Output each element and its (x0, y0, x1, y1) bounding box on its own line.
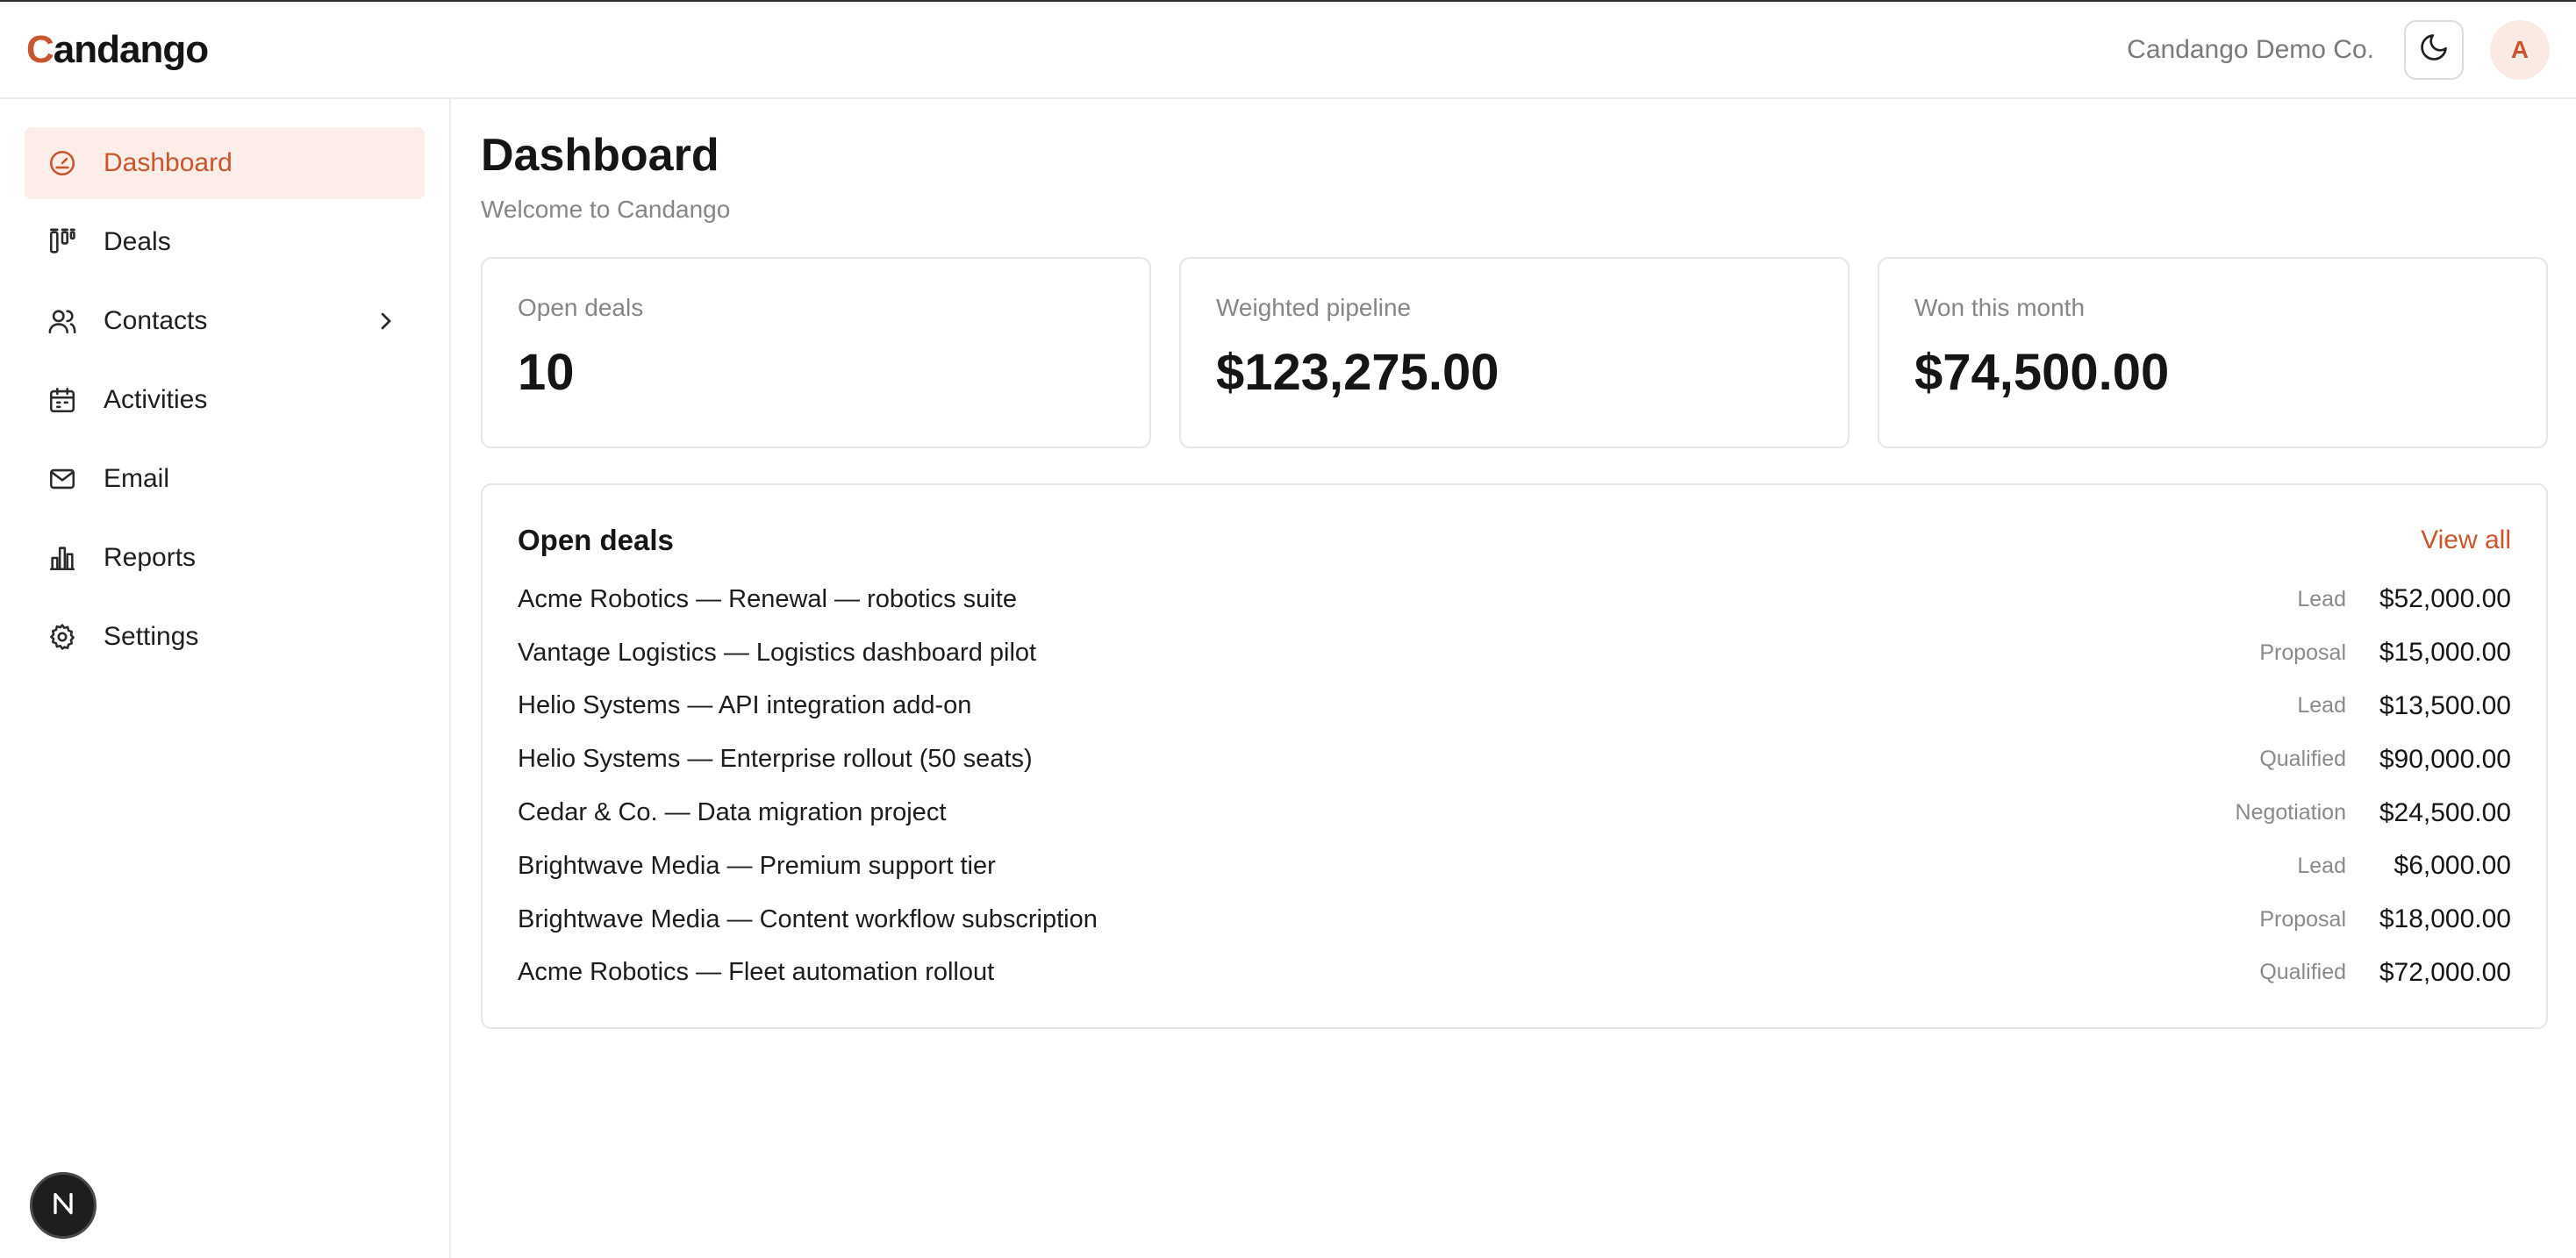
deal-row[interactable]: Helio Systems — Enterprise rollout (50 s… (518, 733, 2511, 786)
deal-row[interactable]: Brightwave Media — Premium support tier … (518, 840, 2511, 893)
deal-stage: Negotiation (2235, 800, 2346, 826)
stat-card-open-deals: Open deals 10 (481, 257, 1151, 448)
sidebar-item-label: Contacts (104, 306, 208, 335)
stats-row: Open deals 10 Weighted pipeline $123,275… (481, 257, 2548, 448)
open-deals-title: Open deals (518, 524, 674, 556)
deal-amount: $6,000.00 (2394, 851, 2511, 881)
deal-name[interactable]: Helio Systems — API integration add-on (518, 691, 971, 720)
app-header: Candango Candango Demo Co. A (0, 2, 2576, 99)
deal-list: Acme Robotics — Renewal — robotics suite… (518, 573, 2511, 999)
gear-icon (47, 622, 77, 652)
stat-value: $74,500.00 (1914, 344, 2170, 401)
deal-stage: Qualified (2259, 747, 2346, 772)
main-content: Dashboard Welcome to Candango Open deals… (481, 99, 2548, 1029)
user-avatar[interactable]: A (2490, 19, 2550, 80)
gauge-icon (47, 148, 77, 178)
deal-amount: $72,000.00 (2379, 957, 2511, 987)
deal-row[interactable]: Vantage Logistics — Logistics dashboard … (518, 626, 2511, 680)
sidebar-item-reports[interactable]: Reports (25, 522, 425, 594)
sidebar-item-contacts[interactable]: Contacts (25, 285, 425, 357)
deal-row[interactable]: Brightwave Media — Content workflow subs… (518, 893, 2511, 947)
sidebar-item-deals[interactable]: Deals (25, 206, 425, 278)
sidebar-item-label: Activities (104, 385, 208, 414)
sidebar-item-label: Email (104, 464, 170, 493)
deal-amount: $52,000.00 (2379, 584, 2511, 614)
deal-row[interactable]: Helio Systems — API integration add-on L… (518, 680, 2511, 733)
sidebar-item-label: Settings (104, 622, 199, 651)
stat-label: Weighted pipeline (1216, 294, 1412, 321)
stat-card-won-this-month: Won this month $74,500.00 (1878, 257, 2548, 448)
deal-amount: $18,000.00 (2379, 904, 2511, 934)
sidebar-item-label: Deals (104, 227, 171, 256)
deal-amount: $15,000.00 (2379, 638, 2511, 668)
deal-row[interactable]: Acme Robotics — Renewal — robotics suite… (518, 573, 2511, 626)
deal-stage: Proposal (2259, 906, 2346, 932)
stat-label: Open deals (518, 294, 644, 321)
deal-amount: $24,500.00 (2379, 797, 2511, 827)
theme-toggle-button[interactable] (2404, 19, 2464, 80)
sidebar: Dashboard Deals Contacts Activities Emai… (0, 99, 451, 1258)
stat-label: Won this month (1914, 294, 2086, 321)
deal-stage: Lead (2297, 586, 2346, 611)
chevron-right-icon[interactable] (372, 307, 400, 335)
dev-tools-badge[interactable] (30, 1172, 97, 1239)
deal-row[interactable]: Acme Robotics — Fleet automation rollout… (518, 947, 2511, 1000)
deal-amount: $13,500.00 (2379, 690, 2511, 720)
header-actions: Candango Demo Co. A (2127, 19, 2550, 80)
bar-chart-icon (47, 543, 77, 573)
page-subtitle: Welcome to Candango (481, 196, 731, 223)
moon-icon (2418, 32, 2450, 68)
users-icon (47, 306, 77, 336)
org-name[interactable]: Candango Demo Co. (2127, 35, 2374, 65)
deal-name[interactable]: Brightwave Media — Premium support tier (518, 852, 996, 881)
deal-stage: Lead (2297, 853, 2346, 878)
kanban-icon (47, 227, 77, 257)
sidebar-item-email[interactable]: Email (25, 443, 425, 515)
open-deals-card: Open deals View all Acme Robotics — Rene… (481, 483, 2548, 1029)
deal-stage: Lead (2297, 693, 2346, 718)
view-all-link[interactable]: View all (2421, 525, 2511, 555)
deal-stage: Proposal (2259, 640, 2346, 665)
deal-stage: Qualified (2259, 960, 2346, 985)
deal-row[interactable]: Cedar & Co. — Data migration project Neg… (518, 786, 2511, 840)
n-logo-icon (47, 1188, 79, 1224)
deal-name[interactable]: Vantage Logistics — Logistics dashboard … (518, 639, 1036, 668)
deal-amount: $90,000.00 (2379, 744, 2511, 774)
deal-name[interactable]: Acme Robotics — Fleet automation rollout (518, 958, 994, 987)
calendar-icon (47, 385, 77, 415)
stat-value: 10 (518, 344, 575, 401)
sidebar-item-label: Dashboard (104, 148, 233, 177)
sidebar-item-label: Reports (104, 543, 197, 572)
stat-value: $123,275.00 (1216, 344, 1499, 401)
app-logo[interactable]: Candango (26, 28, 209, 72)
stat-card-weighted-pipeline: Weighted pipeline $123,275.00 (1179, 257, 1850, 448)
deal-name[interactable]: Acme Robotics — Renewal — robotics suite (518, 585, 1017, 614)
sidebar-item-settings[interactable]: Settings (25, 601, 425, 673)
open-deals-header: Open deals View all (518, 524, 2511, 557)
page-title: Dashboard (481, 130, 719, 181)
mail-icon (47, 464, 77, 494)
deal-name[interactable]: Helio Systems — Enterprise rollout (50 s… (518, 745, 1033, 774)
sidebar-item-activities[interactable]: Activities (25, 364, 425, 436)
deal-name[interactable]: Brightwave Media — Content workflow subs… (518, 905, 1098, 934)
sidebar-item-dashboard[interactable]: Dashboard (25, 127, 425, 199)
deal-name[interactable]: Cedar & Co. — Data migration project (518, 798, 946, 827)
